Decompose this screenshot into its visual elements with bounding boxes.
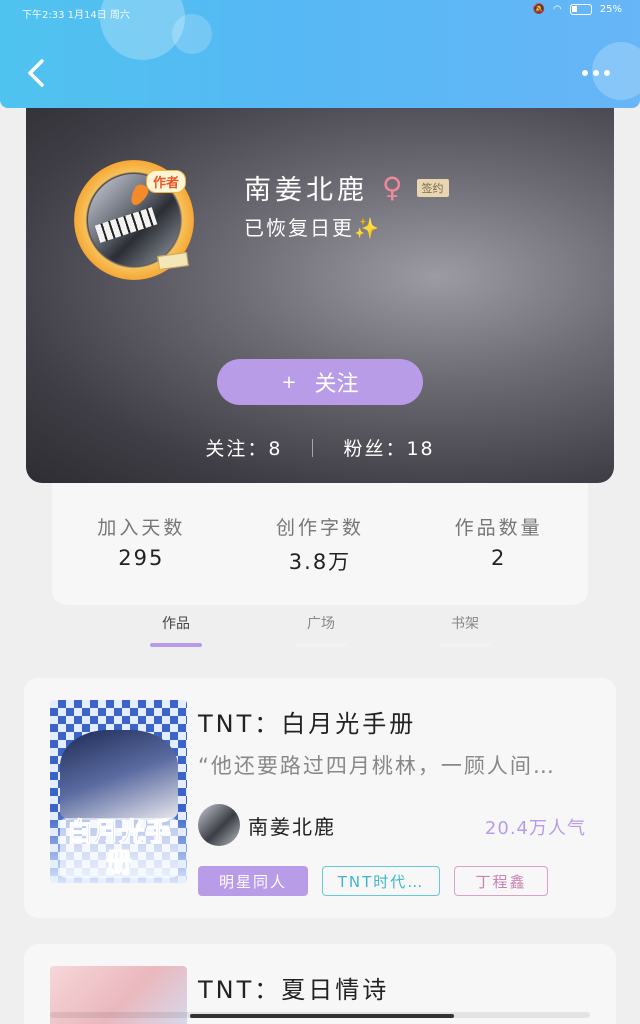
follow-counts: 关注：8 粉丝：18 bbox=[26, 434, 614, 461]
wifi-icon: ◠ bbox=[553, 4, 562, 15]
decorative-bubble bbox=[172, 14, 212, 54]
popularity-count: 20.4万人气 bbox=[484, 818, 586, 839]
tab-label: 书架 bbox=[451, 616, 479, 632]
fans-count[interactable]: 粉丝：18 bbox=[343, 434, 434, 461]
profile-card: 作者 南姜北鹿 ♀ 签约 已恢复日更✨ + 关注 关注：8 粉丝：18 bbox=[26, 108, 614, 483]
tab-works[interactable]: 作品 bbox=[146, 613, 206, 647]
stat-label: 创作字数 bbox=[275, 517, 364, 539]
stat-value: 295 bbox=[118, 546, 165, 570]
divider bbox=[312, 438, 314, 457]
name-row: 南姜北鹿 ♀ 签约 bbox=[244, 168, 449, 207]
avatar bbox=[198, 804, 240, 846]
more-dots-icon bbox=[593, 70, 599, 76]
stat-join-days: 加入天数 295 bbox=[66, 513, 216, 605]
author-name: 南姜北鹿 bbox=[244, 175, 368, 206]
tab-square[interactable]: 广场 bbox=[291, 613, 351, 647]
more-dots-icon bbox=[604, 70, 610, 76]
more-button[interactable] bbox=[582, 70, 610, 76]
stat-works-count: 作品数量 2 bbox=[424, 513, 574, 605]
back-button[interactable] bbox=[26, 58, 46, 88]
tag-chip[interactable]: 明星同人 bbox=[198, 866, 308, 896]
stat-label: 作品数量 bbox=[454, 517, 543, 539]
stat-word-count: 创作字数 3.8万 bbox=[245, 513, 395, 605]
home-indicator[interactable] bbox=[190, 1014, 454, 1018]
tab-indicator bbox=[439, 643, 491, 647]
author-bio: 已恢复日更✨ bbox=[244, 216, 381, 240]
stat-label: 加入天数 bbox=[97, 517, 186, 539]
tab-indicator bbox=[150, 643, 202, 647]
signed-badge: 签约 bbox=[416, 178, 449, 197]
tab-bookshelf[interactable]: 书架 bbox=[435, 613, 495, 647]
follow-button[interactable]: + 关注 bbox=[217, 359, 423, 405]
mute-icon: 🔕 bbox=[532, 4, 546, 15]
plus-icon: + bbox=[281, 371, 297, 393]
tab-indicator bbox=[295, 643, 347, 647]
book-title[interactable]: TNT：夏日情诗 bbox=[198, 970, 389, 1005]
book-description: “他还要路过四月桃林，一顾人间… bbox=[198, 754, 556, 778]
stat-value: 3.8万 bbox=[288, 550, 352, 574]
cover-title: 白月光手册 bbox=[60, 818, 178, 879]
book-cover[interactable]: 白月光手册 bbox=[50, 700, 187, 883]
battery-level: 25% bbox=[599, 4, 622, 15]
avatar[interactable]: 作者 bbox=[74, 160, 194, 280]
top-header: 下午2:33 1月14日 周六 🔕 ◠ 25% bbox=[0, 0, 640, 108]
tab-label: 作品 bbox=[162, 616, 190, 632]
book-title[interactable]: TNT：白月光手册 bbox=[198, 704, 416, 739]
book-author-row[interactable]: 南姜北鹿 bbox=[198, 804, 336, 846]
cover-illustration bbox=[60, 730, 178, 820]
following-count[interactable]: 关注：8 bbox=[205, 434, 282, 461]
piano-keys-icon bbox=[94, 207, 158, 243]
book-icon bbox=[157, 251, 189, 271]
status-time-date: 下午2:33 1月14日 周六 bbox=[22, 10, 130, 21]
content-tabs: 作品 广场 书架 bbox=[0, 605, 640, 655]
tag-list: 明星同人 TNT时代… 丁程鑫 bbox=[198, 866, 548, 896]
tag-chip[interactable]: 丁程鑫 bbox=[454, 866, 548, 896]
book-author-name: 南姜北鹿 bbox=[248, 814, 336, 839]
tag-chip[interactable]: TNT时代… bbox=[322, 866, 440, 896]
female-icon: ♀ bbox=[382, 171, 403, 204]
author-badge: 作者 bbox=[146, 170, 187, 193]
tab-label: 广场 bbox=[307, 616, 335, 632]
follow-label: 关注 bbox=[314, 372, 359, 397]
status-icons: 🔕 ◠ 25% bbox=[533, 4, 622, 15]
work-card[interactable]: 白月光手册 TNT：白月光手册 “他还要路过四月桃林，一顾人间… 南姜北鹿 20… bbox=[24, 678, 616, 918]
stat-value: 2 bbox=[490, 546, 507, 570]
stats-card: 加入天数 295 创作字数 3.8万 作品数量 2 bbox=[52, 483, 588, 605]
more-dots-icon bbox=[582, 70, 588, 76]
chevron-left-icon bbox=[28, 59, 44, 87]
battery-icon bbox=[569, 4, 592, 15]
